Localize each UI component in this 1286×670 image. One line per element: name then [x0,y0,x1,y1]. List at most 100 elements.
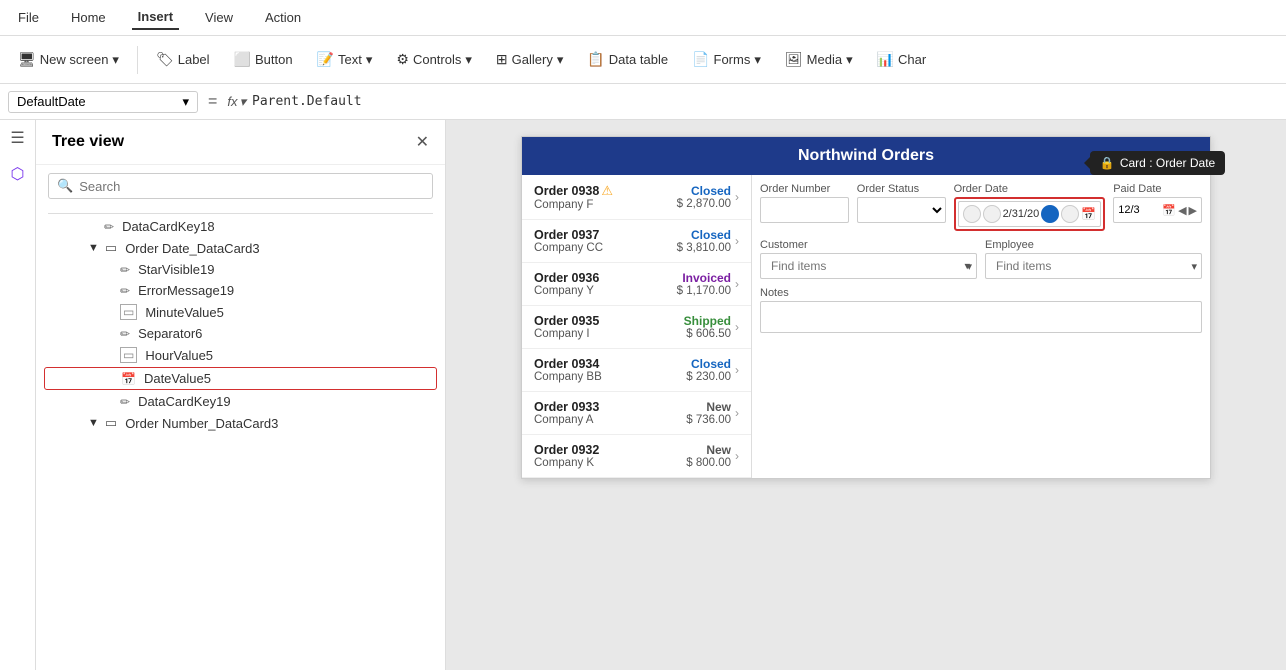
detail-pane: Order Number Order Status Order Date [752,175,1210,478]
order-info-0937: Order 0937 Company CC [534,228,677,254]
edit-icon-4: ✏ [120,327,130,341]
button-button[interactable]: ⬜ Button [224,45,303,74]
chevron-icon-0936: › [735,277,739,291]
order-status-col-0937: Closed $ 3,810.00 [677,228,731,254]
order-amount-0938: $ 2,870.00 [677,198,731,210]
forms-button[interactable]: 📄 Forms ▾ [682,45,771,74]
formula-dropdown-value: DefaultDate [17,94,86,109]
order-company-0936: Company Y [534,285,677,297]
tree-item-datacardkey18[interactable]: ✏ DataCardKey18 [36,216,445,237]
order-row-0934[interactable]: Order 0934 Company BB Closed $ 230.00 › [522,349,751,392]
order-amount-0937: $ 3,810.00 [677,242,731,254]
order-status-0937: Closed [677,228,731,242]
tree-label-starvisible19: StarVisible19 [138,262,214,277]
chart-icon: 📊 [877,51,894,68]
order-number-input[interactable] [760,197,849,223]
order-row-0935[interactable]: Order 0935 Company I Shipped $ 606.50 › [522,306,751,349]
order-row-0938[interactable]: Order 0938 ⚠ Company F Closed $ 2,870.00… [522,175,751,220]
chart-button[interactable]: 📊 Char [867,45,937,74]
order-row-0937[interactable]: Order 0937 Company CC Closed $ 3,810.00 … [522,220,751,263]
date-picker-visual[interactable]: 2/31/20 📅 [958,201,1102,227]
text-button[interactable]: 📝 Text ▾ [307,45,383,74]
media-icon: 🖼 [785,51,803,68]
date-circle-1 [963,205,981,223]
notes-textarea[interactable] [760,301,1202,333]
tree-item-hourvalue5[interactable]: ▭ HourValue5 [36,344,445,366]
order-amount-0932: $ 800.00 [686,457,731,469]
tree-item-separator6[interactable]: ✏ Separator6 [36,323,445,344]
date-circle-4 [1061,205,1079,223]
employee-combobox[interactable]: ▾ [985,253,1202,279]
hamburger-side-icon[interactable]: ☰ [10,128,24,148]
order-number-0932: Order 0932 [534,443,686,457]
label-button[interactable]: 🏷 Label [146,45,220,74]
label-label: Label [178,52,210,67]
formula-dropdown[interactable]: DefaultDate ▾ [8,91,198,113]
layers-icon[interactable]: ⬡ [11,164,25,184]
employee-dropdown-arrow: ▾ [1191,260,1197,273]
order-number-0934: Order 0934 [534,357,686,371]
tree-item-ordernum-dc3[interactable]: ▼ ▭ Order Number_DataCard3 [36,412,445,434]
order-number-0935: Order 0935 [534,314,684,328]
search-icon: 🔍 [57,178,73,194]
tree-label-datacardkey19: DataCardKey19 [138,394,231,409]
paid-date-nav-prev: ◀ [1178,204,1186,217]
toolbar: 🖥 New screen ▾ 🏷 Label ⬜ Button 📝 Text ▾… [0,36,1286,84]
order-row-0933[interactable]: Order 0933 Company A New $ 736.00 › [522,392,751,435]
new-screen-button[interactable]: 🖥 New screen ▾ [8,45,129,74]
sidebar-header: Tree view ✕ [36,120,445,165]
tree-label-datacardkey18: DataCardKey18 [122,219,215,234]
gallery-button[interactable]: ⊞ Gallery ▾ [486,45,573,74]
chevron-down-icon-media: ▾ [846,52,853,68]
field-order-status: Order Status [857,183,946,231]
field-employee: Employee ▾ [985,239,1202,279]
tree-item-errormessage19[interactable]: ✏ ErrorMessage19 [36,280,445,301]
order-company-0934: Company BB [534,371,686,383]
order-status-col-0932: New $ 800.00 [686,443,731,469]
order-status-0938: Closed [677,184,731,198]
menu-action[interactable]: Action [259,6,307,29]
tree-item-starvisible19[interactable]: ✏ StarVisible19 [36,259,445,280]
tree-item-datevalue5[interactable]: 📅 DateValue5 [44,367,437,390]
paid-date-input[interactable]: 12/3 📅 ◀ ▶ [1113,197,1202,223]
controls-label: Controls [413,52,461,67]
menu-insert[interactable]: Insert [132,5,179,30]
employee-input[interactable] [990,256,1191,276]
customer-combobox[interactable]: ▾ [760,253,977,279]
paid-date-nav-next: ▶ [1189,204,1197,217]
tree-item-orderdate-dc3[interactable]: ▼ ▭ Order Date_DataCard3 [36,237,445,259]
menu-home[interactable]: Home [65,6,112,29]
tree-label-ordernum: Order Number_DataCard3 [125,416,278,431]
forms-label: Forms [714,52,751,67]
tree-label-orderdate: Order Date_DataCard3 [125,241,259,256]
field-notes: Notes [760,287,1202,336]
order-row-0932[interactable]: Order 0932 Company K New $ 800.00 › [522,435,751,478]
tree-item-datacardkey19[interactable]: ✏ DataCardKey19 [36,391,445,412]
chevron-icon-0933: › [735,406,739,420]
tree-item-minutevalue5[interactable]: ▭ MinuteValue5 [36,301,445,323]
collapse-arrow: ▼ [88,242,99,254]
media-button[interactable]: 🖼 Media ▾ [775,45,863,74]
menu-file[interactable]: File [12,6,45,29]
customer-dropdown-arrow: ▾ [966,260,972,273]
controls-icon: ⚙ [396,51,409,68]
order-status-select[interactable] [857,197,946,223]
order-row-0936[interactable]: Order 0936 Company Y Invoiced $ 1,170.00… [522,263,751,306]
detail-row-2: Customer ▾ Employee ▾ [760,239,1202,279]
order-status-label: Order Status [857,183,946,195]
menu-view[interactable]: View [199,6,239,29]
search-input[interactable] [79,179,424,194]
close-icon[interactable]: ✕ [416,132,429,152]
field-customer: Customer ▾ [760,239,977,279]
data-table-button[interactable]: 📋 Data table [577,45,678,74]
tooltip-container: 🔒 Card : Order Date [1090,151,1225,175]
edit-icon-2: ✏ [120,263,130,277]
controls-button[interactable]: ⚙ Controls ▾ [386,45,482,74]
employee-label: Employee [985,239,1202,251]
edit-icon-1: ✏ [104,220,114,234]
customer-input[interactable] [765,256,966,276]
date-circle-2 [983,205,1001,223]
order-info-0933: Order 0933 Company A [534,400,686,426]
data-table-icon: 📋 [587,51,604,68]
chevron-down-icon-gallery: ▾ [557,52,564,68]
